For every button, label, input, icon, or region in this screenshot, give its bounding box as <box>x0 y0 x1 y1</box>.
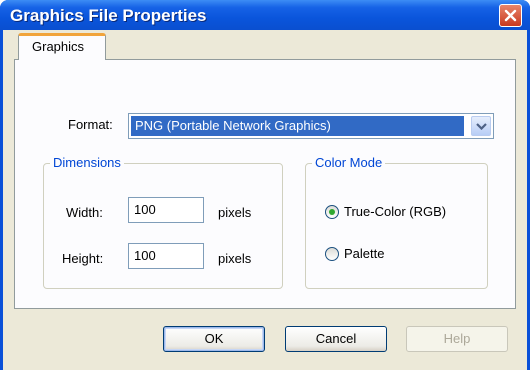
width-field[interactable]: 100 <box>128 197 204 223</box>
width-label: Width: <box>66 205 103 220</box>
window-title: Graphics File Properties <box>10 6 207 25</box>
format-dropdown-button[interactable] <box>471 116 491 136</box>
dimensions-title: Dimensions <box>50 155 124 170</box>
radio-palette-label[interactable]: Palette <box>344 246 384 261</box>
height-unit-label: pixels <box>218 251 252 266</box>
tab-label: Graphics <box>32 39 85 54</box>
help-button[interactable]: Help <box>406 326 508 352</box>
dimensions-group: Dimensions <box>43 155 283 289</box>
format-selected-value: PNG (Portable Network Graphics) <box>131 116 464 136</box>
format-label: Format: <box>68 117 113 132</box>
radio-palette[interactable] <box>325 247 339 261</box>
format-select[interactable]: PNG (Portable Network Graphics) <box>128 113 494 139</box>
cancel-button[interactable]: Cancel <box>285 326 387 352</box>
close-icon <box>504 9 517 22</box>
dialog-window: Graphics File Properties Graphics Format… <box>0 0 530 370</box>
width-unit-label: pixels <box>218 205 252 220</box>
tab-graphics[interactable]: Graphics <box>18 33 106 60</box>
ok-button[interactable]: OK <box>163 326 265 352</box>
radio-true-color[interactable] <box>325 205 339 219</box>
color-mode-title: Color Mode <box>312 155 386 170</box>
height-field[interactable]: 100 <box>128 243 204 269</box>
radio-true-color-label[interactable]: True-Color (RGB) <box>344 204 446 219</box>
close-button[interactable] <box>499 4 522 27</box>
color-mode-group: Color Mode <box>305 155 488 289</box>
height-label: Height: <box>62 251 104 266</box>
title-bar[interactable]: Graphics File Properties <box>0 0 530 30</box>
chevron-down-icon <box>476 123 487 130</box>
